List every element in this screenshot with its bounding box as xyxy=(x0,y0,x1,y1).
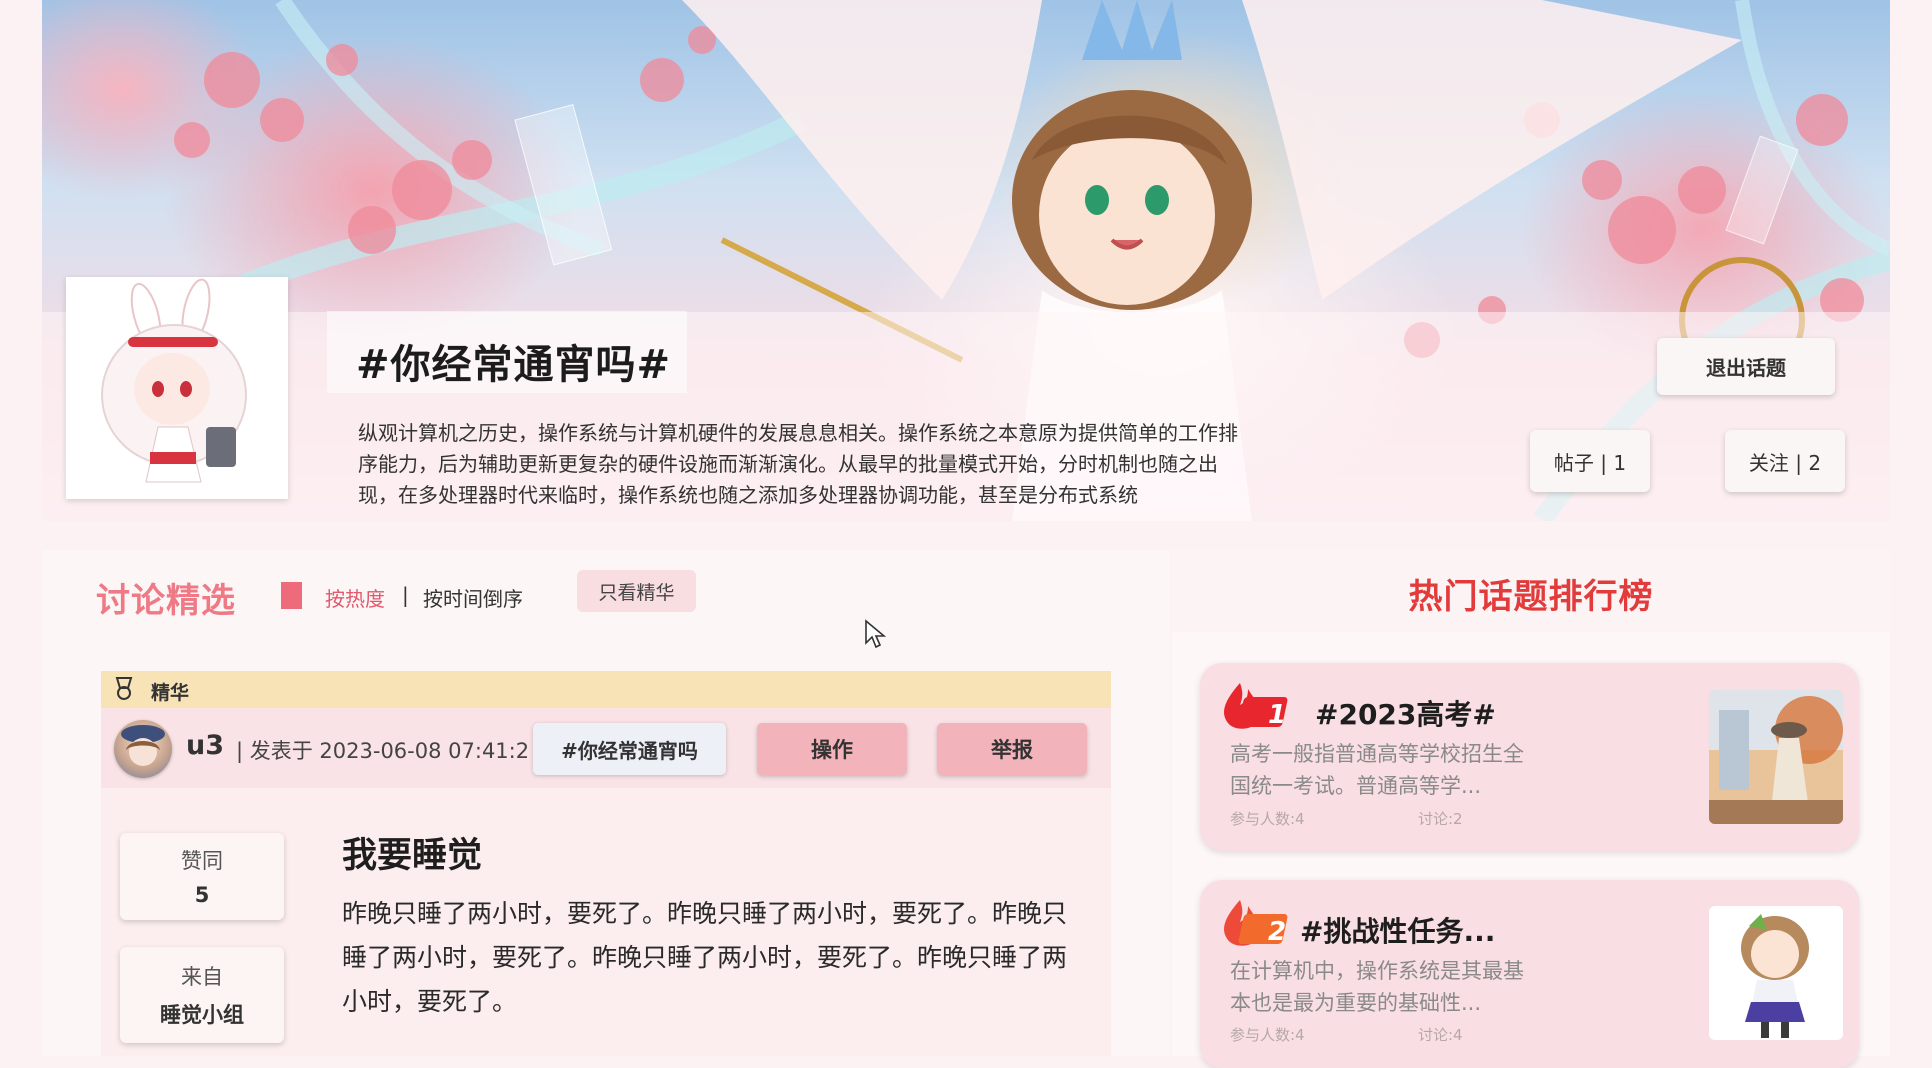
likes-value: 5 xyxy=(194,883,210,907)
rank-number: 2 xyxy=(1268,917,1286,947)
hot-topic-participants: 参与人数:4 xyxy=(1230,1026,1305,1044)
hot-topics-title: 热门话题排行榜 xyxy=(1408,577,1654,617)
medal-icon xyxy=(115,677,133,700)
post-username[interactable]: u3 xyxy=(186,730,224,761)
best-label: 精华 xyxy=(151,682,190,704)
mouse-cursor-icon xyxy=(865,619,886,649)
from-group-card[interactable]: 来自 睡觉小组 xyxy=(120,947,284,1043)
sort-by-hot-link[interactable]: 按热度 xyxy=(325,583,385,612)
hot-topic-desc: 高考一般指普通高等学校招生全国统一考试。普通高等学... xyxy=(1230,742,1524,798)
hot-topic-discussions: 讨论:4 xyxy=(1418,1026,1463,1044)
only-best-button[interactable]: 只看精华 xyxy=(577,570,696,612)
hot-topic-thumbnail xyxy=(1709,690,1843,824)
post-meta: | 发表于 2023-06-08 07:41:2 xyxy=(236,739,530,763)
sort-separator: | xyxy=(402,583,409,607)
topic-description: 纵观计算机之历史，操作系统与计算机硬件的发展息息相关。操作系统之本意原为提供简单… xyxy=(358,421,1238,507)
flame-icon: 1 xyxy=(1224,683,1288,730)
exit-topic-button[interactable]: 退出话题 xyxy=(1657,338,1835,395)
likes-label: 赞同 xyxy=(181,849,223,873)
rank-number: 1 xyxy=(1268,700,1286,730)
post-topic-tag[interactable]: #你经常通宵吗 xyxy=(533,723,726,775)
sort-by-time-link[interactable]: 按时间倒序 xyxy=(423,583,523,612)
hot-topic-thumbnail xyxy=(1709,906,1843,1040)
chibi-rabbit-girl-image xyxy=(101,278,247,483)
topic-title: #你经常通宵吗# xyxy=(356,342,672,388)
post-action-button[interactable]: 操作 xyxy=(757,723,907,775)
hot-topic-title[interactable]: #挑战性任务... xyxy=(1300,910,1495,950)
avatar[interactable] xyxy=(114,720,172,778)
likes-card[interactable]: 赞同 5 xyxy=(120,833,284,920)
from-label: 来自 xyxy=(181,965,223,989)
post-title[interactable]: 我要睡觉 xyxy=(342,827,482,878)
from-group-name: 睡觉小组 xyxy=(160,1003,244,1027)
hot-topic-participants: 参与人数:4 xyxy=(1230,810,1305,828)
best-banner xyxy=(101,671,1111,708)
posts-count-button[interactable]: 帖子 | 1 xyxy=(1530,430,1650,492)
hot-topic-title[interactable]: #2023高考# xyxy=(1315,693,1496,733)
report-button[interactable]: 举报 xyxy=(937,723,1087,775)
hot-topic-desc: 在计算机中，操作系统是其最基本也是最为重要的基础性... xyxy=(1230,959,1524,1015)
flame-icon: 2 xyxy=(1224,900,1288,947)
discussion-section-title: 讨论精选 xyxy=(96,581,236,621)
post-content: 昨晚只睡了两小时，要死了。昨晚只睡了两小时，要死了。昨晚只睡了两小时，要死了。昨… xyxy=(342,899,1068,1016)
hot-topic-discussions: 讨论:2 xyxy=(1418,810,1463,828)
topic-avatar xyxy=(66,277,288,499)
sort-indicator xyxy=(281,582,302,609)
follow-count-button[interactable]: 关注 | 2 xyxy=(1725,430,1845,492)
